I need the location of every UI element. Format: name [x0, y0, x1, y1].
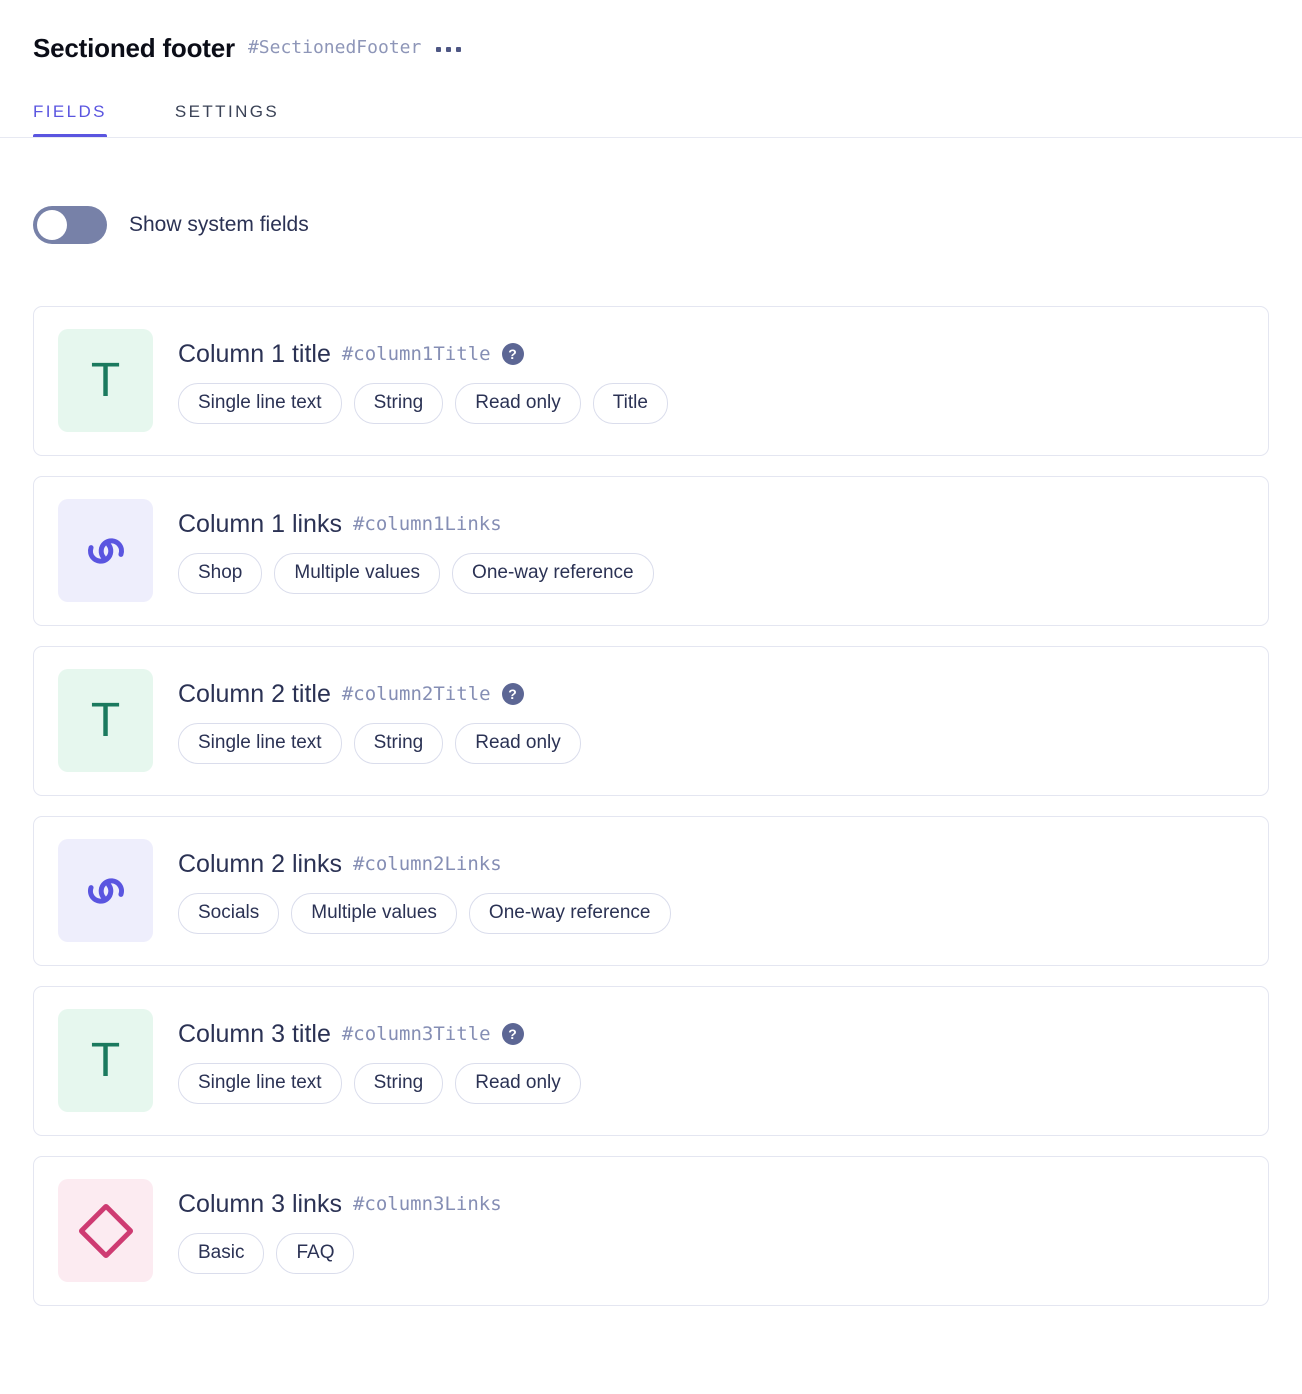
page-api-id: #SectionedFooter: [247, 37, 422, 58]
field-tag: Title: [592, 382, 668, 424]
field-body: Column 3 links #column3Links Basic FAQ: [153, 1179, 1244, 1283]
tab-divider: [0, 137, 1302, 138]
help-icon[interactable]: ?: [501, 682, 524, 705]
field-body: Column 2 links #column2Links Socials Mul…: [153, 839, 1244, 943]
field-tag-row: Single line text String Read only Title: [178, 382, 1244, 424]
basic-field-icon: [58, 1179, 153, 1282]
field-tag: Multiple values: [274, 552, 441, 594]
field-tag: Single line text: [178, 382, 342, 424]
text-field-icon: T: [58, 1009, 153, 1112]
field-tag: String: [353, 722, 444, 764]
letter-t-glyph: T: [90, 693, 121, 747]
field-list: T Column 1 title #column1Title ? Single …: [0, 306, 1302, 1306]
field-editor-page: Sectioned footer #SectionedFooter FIELDS…: [0, 0, 1302, 1394]
letter-t-glyph: T: [90, 353, 121, 407]
field-tag: String: [353, 1062, 444, 1104]
field-tag-row: Single line text String Read only: [178, 722, 1244, 764]
field-api-id: #column3Title: [341, 1022, 491, 1045]
field-tag: Socials: [178, 892, 280, 934]
field-card[interactable]: T Column 1 title #column1Title ? Single …: [33, 306, 1269, 456]
letter-t-glyph: T: [90, 1033, 121, 1087]
field-name-row: Column 2 links #column2Links: [178, 849, 1244, 879]
field-tag-row: Basic FAQ: [178, 1232, 1244, 1274]
field-api-id: #column1Links: [352, 512, 502, 535]
toggle-knob: [37, 210, 67, 240]
link-field-icon: [58, 839, 153, 942]
field-card[interactable]: T Column 2 title #column2Title ? Single …: [33, 646, 1269, 796]
link-rings-icon: [87, 877, 124, 904]
field-api-id: #column1Title: [341, 342, 491, 365]
help-icon[interactable]: ?: [501, 1022, 524, 1045]
field-tag: One-way reference: [468, 892, 671, 934]
link-rings-icon: [87, 537, 124, 564]
field-tag: Single line text: [178, 1062, 342, 1104]
diamond-icon: [77, 1202, 134, 1259]
page-header: Sectioned footer #SectionedFooter FIELDS…: [0, 0, 1302, 138]
field-api-id: #column2Links: [352, 852, 502, 875]
field-card[interactable]: T Column 3 title #column3Title ? Single …: [33, 986, 1269, 1136]
field-tag: Read only: [455, 1062, 581, 1104]
field-api-id: #column2Title: [341, 682, 491, 705]
field-name: Column 2 links: [178, 849, 342, 878]
field-body: Column 1 links #column1Links Shop Multip…: [153, 499, 1244, 603]
tab-bar: FIELDS SETTINGS: [0, 88, 1302, 138]
field-name-row: Column 3 title #column3Title ?: [178, 1019, 1244, 1049]
field-tag-row: Shop Multiple values One-way reference: [178, 552, 1244, 594]
field-name-row: Column 1 title #column1Title ?: [178, 339, 1244, 369]
tab-fields[interactable]: FIELDS: [9, 102, 131, 138]
field-card[interactable]: Column 1 links #column1Links Shop Multip…: [33, 476, 1269, 626]
field-tag: Shop: [178, 552, 263, 594]
title-row: Sectioned footer #SectionedFooter: [33, 30, 1302, 66]
field-name: Column 2 title: [178, 679, 331, 708]
field-name-row: Column 2 title #column2Title ?: [178, 679, 1244, 709]
field-tag: String: [353, 382, 444, 424]
field-tag: One-way reference: [452, 552, 654, 594]
field-card[interactable]: Column 3 links #column3Links Basic FAQ: [33, 1156, 1269, 1306]
field-tag: Read only: [455, 722, 581, 764]
link-field-icon: [58, 499, 153, 602]
kebab-dot: [446, 46, 452, 52]
field-body: Column 2 title #column2Title ? Single li…: [153, 669, 1244, 773]
page-title: Sectioned footer: [33, 33, 235, 63]
field-card[interactable]: Column 2 links #column2Links Socials Mul…: [33, 816, 1269, 966]
field-name-row: Column 3 links #column3Links: [178, 1189, 1244, 1219]
field-tag-row: Single line text String Read only: [178, 1062, 1244, 1104]
field-api-id: #column3Links: [352, 1192, 502, 1215]
field-name: Column 1 links: [178, 509, 342, 538]
text-field-icon: T: [58, 329, 153, 432]
field-name: Column 1 title: [178, 339, 331, 368]
field-name: Column 3 links: [178, 1189, 342, 1218]
field-body: Column 3 title #column3Title ? Single li…: [153, 1009, 1244, 1113]
show-system-fields-toggle[interactable]: [33, 206, 107, 244]
field-tag: FAQ: [276, 1232, 355, 1274]
text-field-icon: T: [58, 669, 153, 772]
field-tag: Multiple values: [291, 892, 457, 934]
field-tag: Single line text: [178, 722, 342, 764]
kebab-dot: [436, 46, 442, 52]
field-name-row: Column 1 links #column1Links: [178, 509, 1244, 539]
field-body: Column 1 title #column1Title ? Single li…: [153, 329, 1244, 433]
field-tag: Read only: [455, 382, 581, 424]
show-system-fields-label: Show system fields: [129, 213, 309, 236]
show-system-fields-row: Show system fields: [33, 206, 1302, 244]
kebab-dot: [456, 46, 462, 52]
help-icon[interactable]: ?: [501, 342, 524, 365]
field-name: Column 3 title: [178, 1019, 331, 1048]
tab-settings[interactable]: SETTINGS: [151, 102, 303, 138]
kebab-menu-icon[interactable]: [436, 45, 462, 52]
field-tag-row: Socials Multiple values One-way referenc…: [178, 892, 1244, 934]
field-tag: Basic: [178, 1232, 265, 1274]
